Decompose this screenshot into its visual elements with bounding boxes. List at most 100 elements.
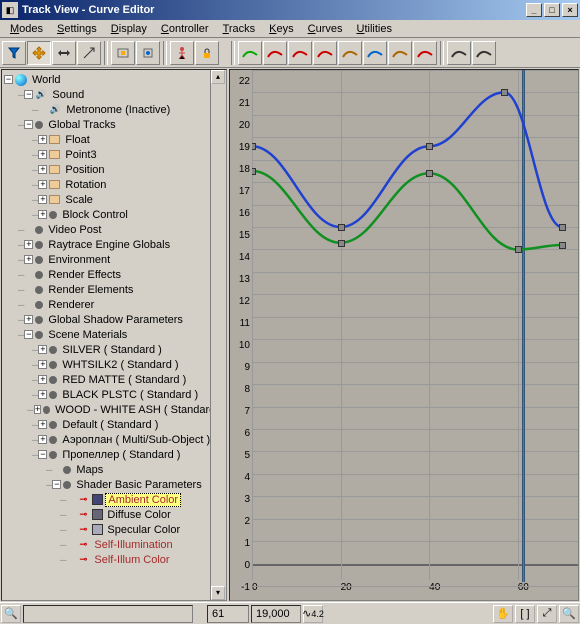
tree-item[interactable]: ─Render Effects	[4, 267, 224, 282]
track-name-field[interactable]	[23, 605, 193, 623]
tree-item[interactable]: ─+Rotation	[4, 177, 224, 192]
tree-item[interactable]: ─−Global Tracks	[4, 117, 224, 132]
tree-item[interactable]: ─+Position	[4, 162, 224, 177]
snap-frame-icon[interactable]	[111, 41, 135, 65]
tree-item[interactable]: ─+Block Control	[4, 207, 224, 222]
tree-item[interactable]: ─+WHTSILK2 ( Standard )	[4, 357, 224, 372]
tree-toggle[interactable]: +	[38, 195, 47, 204]
tree-toggle[interactable]: −	[52, 480, 61, 489]
scale-icon[interactable]	[77, 41, 101, 65]
keyframe[interactable]	[252, 168, 256, 175]
lock-selection-icon[interactable]	[472, 41, 496, 65]
tree-toggle[interactable]: +	[24, 315, 33, 324]
tree-item[interactable]: ─⊸Specular Color	[4, 522, 224, 537]
menu-modes[interactable]: Modes	[4, 22, 49, 36]
keyframe[interactable]	[515, 246, 522, 253]
biped-icon[interactable]	[170, 41, 194, 65]
tangent-in-icon[interactable]	[263, 41, 287, 65]
tree-item[interactable]: ─−Scene Materials	[4, 327, 224, 342]
tree-toggle[interactable]: −	[24, 90, 33, 99]
tree-toggle[interactable]: +	[38, 135, 47, 144]
zoom-region-icon[interactable]: 🔍	[1, 605, 21, 623]
tree-item[interactable]: ─+Scale	[4, 192, 224, 207]
lock-tangent-icon[interactable]	[447, 41, 471, 65]
snap-icon[interactable]	[136, 41, 160, 65]
zoom-horiz-extents-icon[interactable]: [ ]	[515, 605, 535, 623]
tree-toggle[interactable]: +	[38, 435, 47, 444]
keyframe[interactable]	[501, 89, 508, 96]
tree-item[interactable]: ─Video Post	[4, 222, 224, 237]
tree-item[interactable]: ─⊸Ambient Color	[4, 492, 224, 507]
menu-curves[interactable]: Curves	[302, 22, 349, 36]
tree-toggle[interactable]: −	[24, 120, 33, 129]
tangent-fast-icon[interactable]	[313, 41, 337, 65]
tree-item[interactable]: ─+Environment	[4, 252, 224, 267]
tree-item[interactable]: ─⊸Diffuse Color	[4, 507, 224, 522]
minimize-button[interactable]: _	[526, 3, 542, 17]
curve-zoom-icon[interactable]: ∿4.2	[303, 605, 323, 623]
menu-settings[interactable]: Settings	[51, 22, 103, 36]
tree-item[interactable]: ─−Shader Basic Parameters	[4, 477, 224, 492]
tree-toggle[interactable]: +	[34, 405, 42, 414]
tree-toggle[interactable]: +	[24, 255, 33, 264]
tree-toggle[interactable]: −	[38, 450, 47, 459]
tree-toggle[interactable]: +	[38, 375, 47, 384]
tree-item[interactable]: ─+BLACK PLSTC ( Standard )	[4, 387, 224, 402]
filter-icon[interactable]	[2, 41, 26, 65]
frame-field[interactable]: 61	[207, 605, 249, 623]
tree-toggle[interactable]: +	[38, 390, 47, 399]
tree-toggle[interactable]: +	[38, 210, 47, 219]
pan-icon[interactable]: ✋	[493, 605, 513, 623]
tree-toggle[interactable]: +	[38, 150, 47, 159]
keyframe[interactable]	[338, 240, 345, 247]
lock-icon[interactable]	[195, 41, 219, 65]
tree-scroll-up[interactable]: ▴	[211, 70, 225, 84]
tree-item[interactable]: −World	[4, 72, 224, 87]
tree-item[interactable]: ─⊸Self-Illum Color	[4, 552, 224, 567]
tree-item[interactable]: ─+Raytrace Engine Globals	[4, 237, 224, 252]
tree-item[interactable]: ─+WOOD - WHITE ASH ( Standard )	[4, 402, 224, 417]
zoom-extents-icon[interactable]: ⤢	[537, 605, 557, 623]
menu-utilities[interactable]: Utilities	[351, 22, 398, 36]
tree-item[interactable]: ─🔊Metronome (Inactive)	[4, 102, 224, 117]
menu-display[interactable]: Display	[105, 22, 153, 36]
tangent-linear-icon[interactable]	[388, 41, 412, 65]
menu-controller[interactable]: Controller	[155, 22, 215, 36]
tangent-auto-icon[interactable]	[238, 41, 262, 65]
playhead[interactable]	[522, 70, 525, 582]
tree-toggle[interactable]: +	[38, 420, 47, 429]
tangent-slow-icon[interactable]	[338, 41, 362, 65]
close-button[interactable]: ×	[562, 3, 578, 17]
zoom-icon[interactable]: 🔍	[559, 605, 579, 623]
keyframe[interactable]	[426, 170, 433, 177]
tree-toggle[interactable]: +	[38, 360, 47, 369]
tree-toggle[interactable]: +	[38, 345, 47, 354]
tree-item[interactable]: ─+RED MATTE ( Standard )	[4, 372, 224, 387]
tree-item[interactable]: ─+SILVER ( Standard )	[4, 342, 224, 357]
keyframe[interactable]	[252, 143, 256, 150]
keyframe[interactable]	[338, 224, 345, 231]
tree-item[interactable]: ─+Default ( Standard )	[4, 417, 224, 432]
tree-item[interactable]: ─+Point3	[4, 147, 224, 162]
tree-item[interactable]: ─Renderer	[4, 297, 224, 312]
tree-toggle[interactable]: −	[24, 330, 33, 339]
keyframe[interactable]	[559, 242, 566, 249]
tangent-out-icon[interactable]	[288, 41, 312, 65]
slide-icon[interactable]	[52, 41, 76, 65]
keyframe[interactable]	[559, 224, 566, 231]
menu-keys[interactable]: Keys	[263, 22, 299, 36]
tree-toggle[interactable]: +	[24, 240, 33, 249]
keyframe[interactable]	[426, 143, 433, 150]
value-field[interactable]: 19,000	[251, 605, 301, 623]
tangent-step-icon[interactable]	[363, 41, 387, 65]
tree-scroll-down[interactable]: ▾	[211, 586, 225, 600]
maximize-button[interactable]: □	[544, 3, 560, 17]
tangent-smooth-icon[interactable]	[413, 41, 437, 65]
menu-tracks[interactable]: Tracks	[217, 22, 262, 36]
tree-item[interactable]: ─−Пропеллер ( Standard )	[4, 447, 224, 462]
move-icon[interactable]	[27, 41, 51, 65]
tree-item[interactable]: ─−🔊Sound	[4, 87, 224, 102]
tree-item[interactable]: ─Maps	[4, 462, 224, 477]
tree-item[interactable]: ─+Global Shadow Parameters	[4, 312, 224, 327]
tree-item[interactable]: ─+Аэроплан ( Multi/Sub-Object )	[4, 432, 224, 447]
